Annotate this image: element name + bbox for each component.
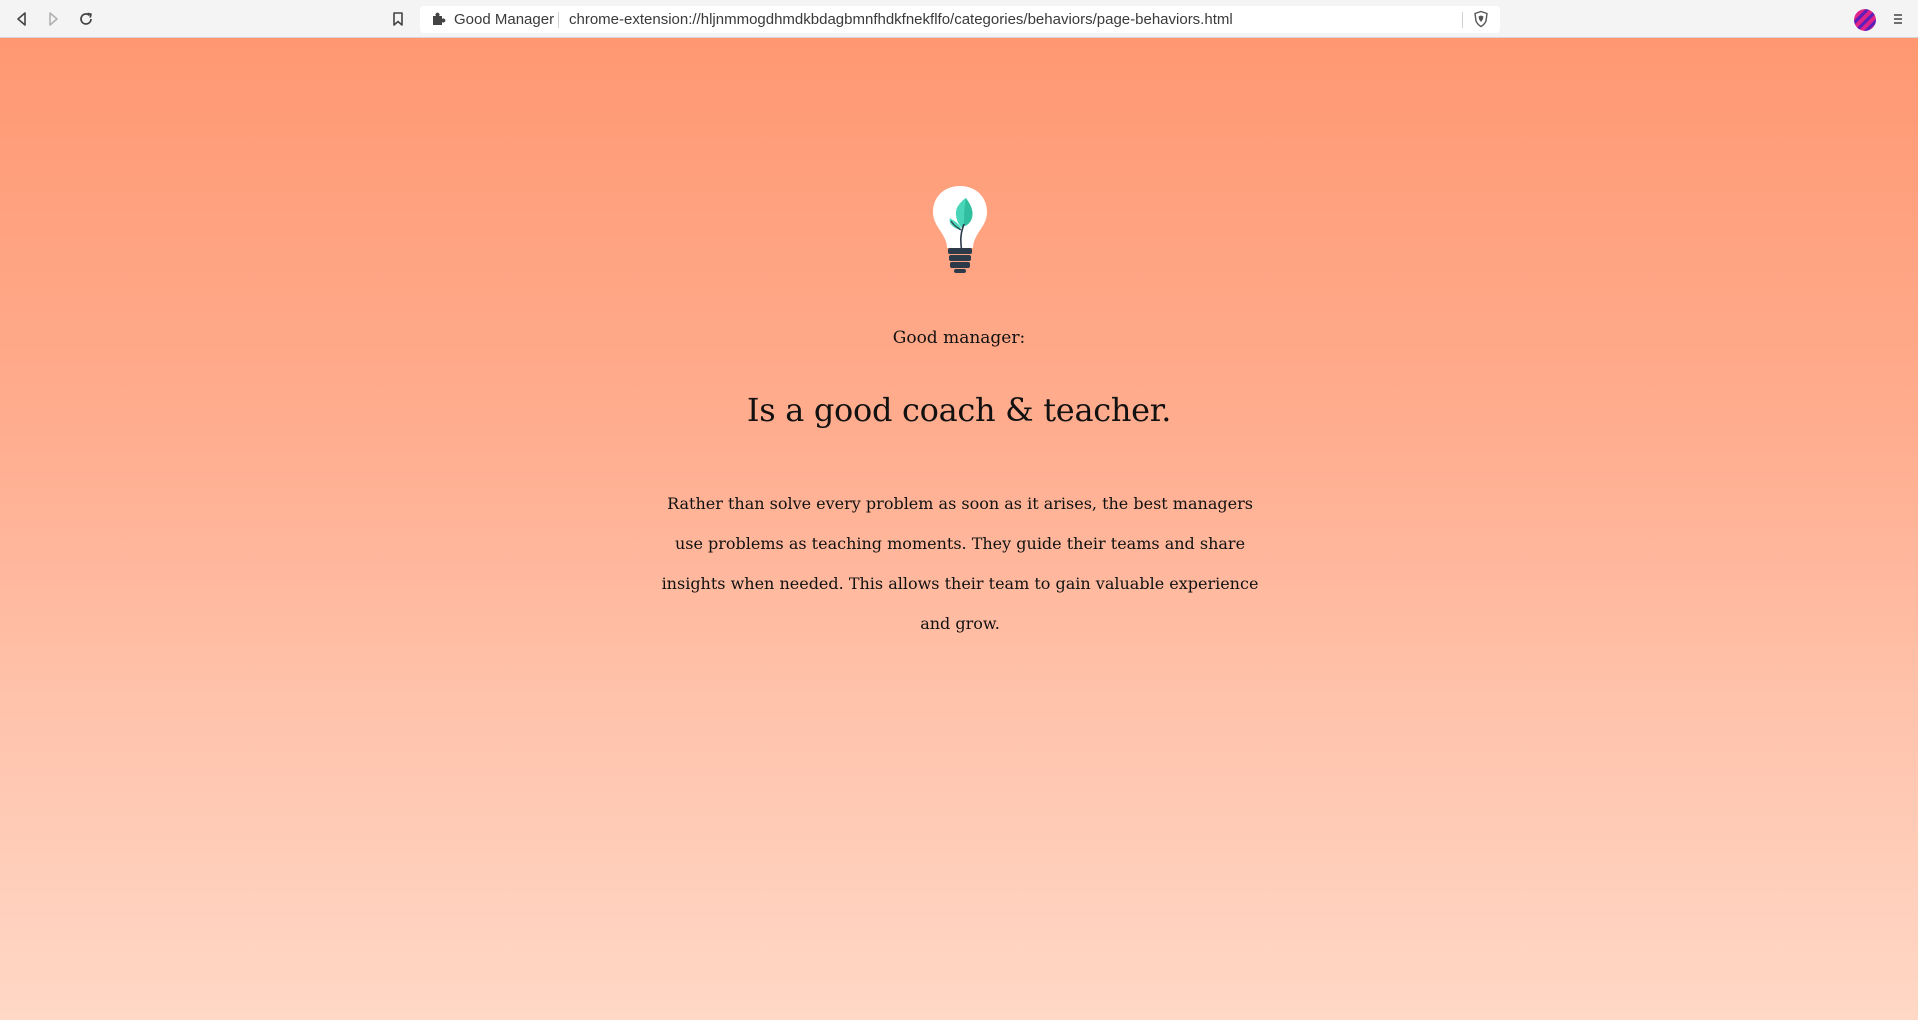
address-bar[interactable]: Good Manager chrome-extension://hljnmmog… (420, 6, 1500, 33)
profile-avatar-icon[interactable] (1854, 9, 1876, 31)
forward-arrow-icon[interactable] (41, 7, 65, 31)
tab-title: Good Manager (454, 11, 555, 28)
url-separator-right (1462, 12, 1463, 28)
eyebrow-label: Good manager: (892, 328, 1026, 348)
reload-icon[interactable] (74, 7, 98, 31)
bookmark-icon[interactable] (386, 7, 410, 31)
body-paragraph: Rather than solve every problem as soon … (661, 494, 1259, 633)
brave-shield-icon[interactable] (1472, 10, 1490, 28)
page-title: Is a good coach & teacher. (746, 391, 1172, 429)
puzzle-piece-icon (430, 11, 446, 27)
url-separator (558, 12, 559, 28)
browser-toolbar: Good Manager chrome-extension://hljnmmog… (0, 0, 1918, 38)
url-text[interactable]: chrome-extension://hljnmmogdhmdkbdagbmnf… (569, 6, 1233, 33)
back-arrow-icon[interactable] (10, 7, 34, 31)
lightbulb-with-sprout-icon (930, 184, 990, 276)
hamburger-menu-icon[interactable] (1888, 9, 1908, 29)
